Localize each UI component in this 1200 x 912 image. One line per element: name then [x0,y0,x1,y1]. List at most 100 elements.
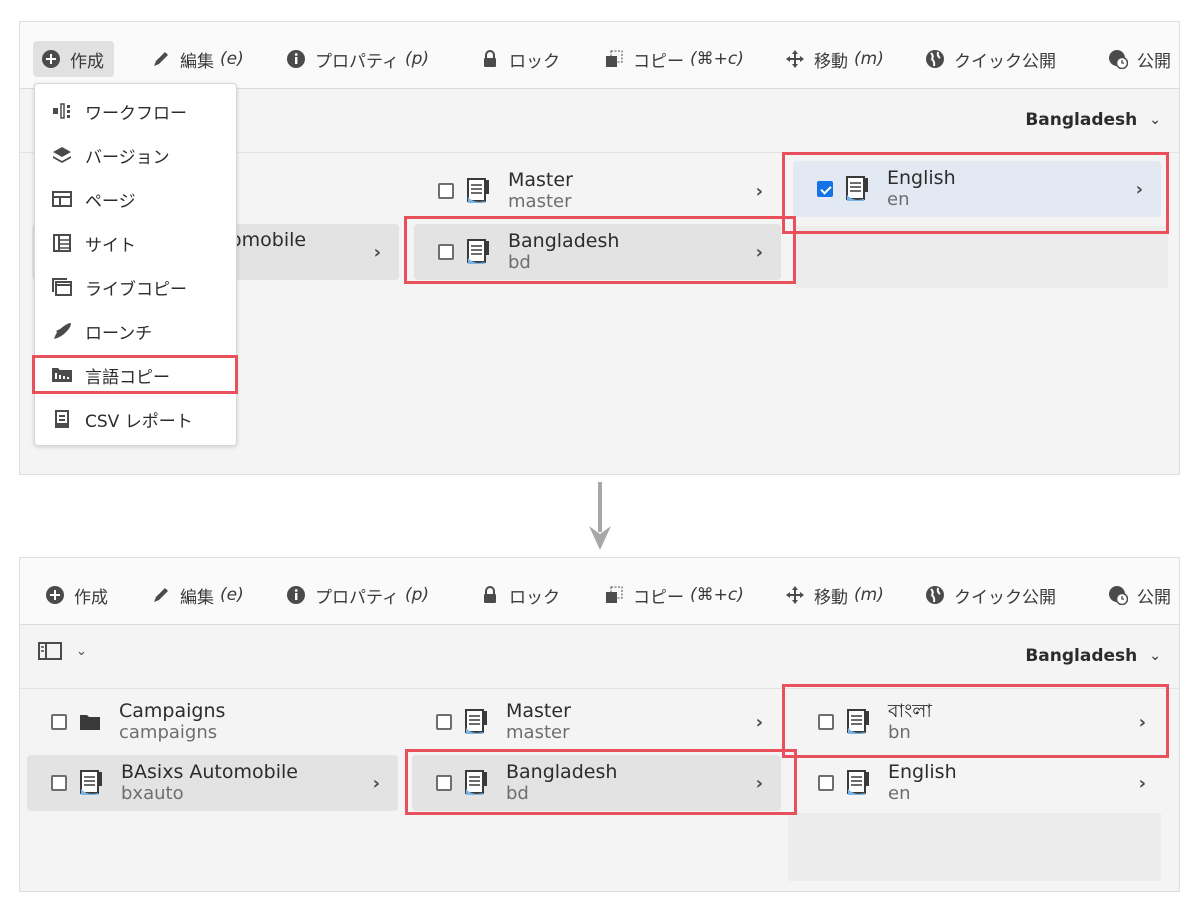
page-icon [847,770,869,795]
menu-item-live-copy[interactable]: ライブコピー [35,267,236,307]
item-name: bxauto [121,783,184,804]
edit-shortcut: (e) [220,585,244,605]
pencil-icon [151,585,171,605]
edit-button[interactable]: 編集 (e) [151,41,244,77]
item-title: English [888,761,957,783]
down-arrow-icon [589,482,611,550]
page-icon [80,770,102,795]
quick-publish-button[interactable]: クイック公開 [925,577,1056,613]
row-checkbox[interactable] [51,775,67,791]
column-item-master[interactable]: Master master › [414,163,781,219]
item-name: master [508,191,572,212]
copy-icon [604,585,624,605]
chevron-right-icon: › [373,242,381,263]
workflow-icon [51,101,73,121]
move-shortcut: (m) [854,49,884,69]
menu-item-version[interactable]: バージョン [35,135,236,175]
rail-icon [38,642,62,660]
chevron-right-icon: › [755,181,763,202]
chevron-down-icon: ⌄ [1149,648,1161,664]
location-selector[interactable]: Bangladesh ⌄ [1025,646,1161,666]
menu-item-site[interactable]: サイト [35,223,236,263]
item-title: BAsixs Automobile [121,761,298,783]
menu-item-label: バージョン [85,147,170,168]
menu-item-page[interactable]: ページ [35,179,236,219]
plus-circle-icon [45,585,65,605]
item-title: Master [506,700,571,722]
move-button[interactable]: 移動 (m) [785,41,884,77]
site-icon [51,233,73,253]
properties-label: プロパティ [315,587,399,608]
create-button[interactable]: 作成 [33,41,114,77]
item-name: master [506,722,570,743]
properties-button[interactable]: プロパティ (p) [286,41,429,77]
copy-shortcut: (⌘+c) [690,585,744,605]
menu-item-label: ページ [85,191,136,212]
column-item-english[interactable]: English en › [794,755,1164,811]
highlight-bangladesh [404,216,796,284]
info-icon [286,585,306,605]
publish-label: 公開 [1137,587,1171,608]
quick-publish-label: クイック公開 [954,587,1056,608]
highlight-language-copy [32,355,238,394]
page-icon [467,178,489,203]
chevron-right-icon: › [1138,773,1146,794]
edit-label: 編集 [180,587,214,608]
location-label: Bangladesh [1025,646,1138,666]
row-checkbox[interactable] [438,183,454,199]
properties-label: プロパティ [315,51,399,72]
publish-button[interactable]: 公開 [1108,577,1171,613]
menu-item-launch[interactable]: ローンチ [35,311,236,351]
item-name: en [888,783,911,804]
action-toolbar: 作成 編集 (e) プロパティ (p) ロック コピー (⌘+c) 移動 (m) クイッ… [20,22,1179,89]
row-checkbox[interactable] [51,714,67,730]
copy-shortcut: (⌘+c) [690,49,744,69]
highlight-english [782,152,1169,234]
live-copy-icon [51,277,73,297]
plus-circle-icon [41,49,61,69]
copy-label: コピー [633,587,684,608]
row-checkbox[interactable] [818,775,834,791]
report-icon [51,409,73,429]
column-item-basixs-automobile[interactable]: BAsixs Automobile bxauto › [27,755,398,811]
row-checkbox[interactable] [436,714,452,730]
menu-item-label: サイト [85,235,136,256]
properties-shortcut: (p) [404,585,430,605]
highlight-bangladesh [405,749,797,815]
copy-button[interactable]: コピー (⌘+c) [604,41,744,77]
lock-button[interactable]: ロック [480,577,560,613]
properties-button[interactable]: プロパティ (p) [286,577,429,613]
copy-button[interactable]: コピー (⌘+c) [604,577,744,613]
menu-item-csv-report[interactable]: CSV レポート [35,399,236,439]
move-button[interactable]: 移動 (m) [785,577,884,613]
globe-clock-icon [1108,585,1128,605]
quick-publish-label: クイック公開 [954,51,1056,72]
folder-icon [80,715,100,730]
action-toolbar: 作成 編集 (e) プロパティ (p) ロック コピー (⌘+c) 移動 (m) クイッ… [20,558,1179,625]
rail-toggle[interactable]: ⌄ [38,642,87,660]
layers-icon [51,145,73,165]
page-layout-icon [51,189,73,209]
copy-label: コピー [633,51,684,72]
rocket-icon [51,321,73,341]
properties-shortcut: (p) [404,49,430,69]
edit-label: 編集 [180,51,214,72]
column-view-header: ⌄ Bangladesh ⌄ [20,624,1179,689]
location-selector[interactable]: Bangladesh ⌄ [1025,110,1161,130]
lock-button[interactable]: ロック [480,41,560,77]
create-button[interactable]: 作成 [45,577,108,613]
menu-item-label: ローンチ [85,323,153,344]
edit-button[interactable]: 編集 (e) [151,577,244,613]
column-item-campaigns[interactable]: Campaigns campaigns [27,694,398,750]
menu-item-workflow[interactable]: ワークフロー [35,91,236,131]
item-title: Campaigns [119,700,226,722]
create-label: 作成 [70,51,104,72]
column-item-master[interactable]: Master master › [412,694,781,750]
publish-button[interactable]: 公開 [1108,41,1171,77]
lock-label: ロック [509,51,560,72]
lock-label: ロック [509,587,560,608]
pencil-icon [151,49,171,69]
publish-label: 公開 [1137,51,1171,72]
location-label: Bangladesh [1025,110,1138,130]
quick-publish-button[interactable]: クイック公開 [925,41,1056,77]
